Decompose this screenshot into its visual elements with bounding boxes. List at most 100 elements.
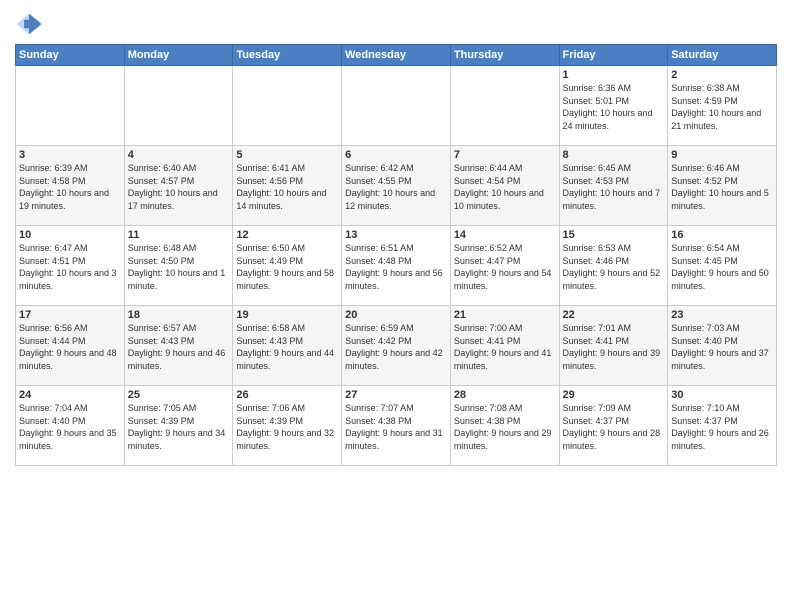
calendar-container: SundayMondayTuesdayWednesdayThursdayFrid… xyxy=(0,0,792,612)
logo-icon xyxy=(15,10,43,38)
day-info: Sunrise: 7:07 AM Sunset: 4:38 PM Dayligh… xyxy=(345,402,447,452)
day-number: 12 xyxy=(236,229,338,241)
day-header-wednesday: Wednesday xyxy=(342,45,451,66)
day-number: 11 xyxy=(128,229,230,241)
day-cell: 1Sunrise: 6:36 AM Sunset: 5:01 PM Daylig… xyxy=(559,66,668,146)
day-number: 16 xyxy=(671,229,773,241)
day-number: 7 xyxy=(454,149,556,161)
day-number: 2 xyxy=(671,69,773,81)
day-info: Sunrise: 6:57 AM Sunset: 4:43 PM Dayligh… xyxy=(128,322,230,372)
week-row-5: 24Sunrise: 7:04 AM Sunset: 4:40 PM Dayli… xyxy=(16,386,777,466)
day-number: 18 xyxy=(128,309,230,321)
day-number: 21 xyxy=(454,309,556,321)
day-number: 13 xyxy=(345,229,447,241)
day-cell xyxy=(233,66,342,146)
day-info: Sunrise: 7:03 AM Sunset: 4:40 PM Dayligh… xyxy=(671,322,773,372)
day-cell xyxy=(450,66,559,146)
day-header-saturday: Saturday xyxy=(668,45,777,66)
day-number: 26 xyxy=(236,389,338,401)
day-info: Sunrise: 7:05 AM Sunset: 4:39 PM Dayligh… xyxy=(128,402,230,452)
day-info: Sunrise: 6:56 AM Sunset: 4:44 PM Dayligh… xyxy=(19,322,121,372)
day-cell: 18Sunrise: 6:57 AM Sunset: 4:43 PM Dayli… xyxy=(124,306,233,386)
day-info: Sunrise: 6:47 AM Sunset: 4:51 PM Dayligh… xyxy=(19,242,121,292)
day-number: 14 xyxy=(454,229,556,241)
day-number: 22 xyxy=(563,309,665,321)
day-number: 20 xyxy=(345,309,447,321)
day-info: Sunrise: 7:10 AM Sunset: 4:37 PM Dayligh… xyxy=(671,402,773,452)
day-number: 29 xyxy=(563,389,665,401)
day-cell: 9Sunrise: 6:46 AM Sunset: 4:52 PM Daylig… xyxy=(668,146,777,226)
logo xyxy=(15,10,47,38)
day-cell: 7Sunrise: 6:44 AM Sunset: 4:54 PM Daylig… xyxy=(450,146,559,226)
week-row-4: 17Sunrise: 6:56 AM Sunset: 4:44 PM Dayli… xyxy=(16,306,777,386)
day-number: 9 xyxy=(671,149,773,161)
day-info: Sunrise: 6:38 AM Sunset: 4:59 PM Dayligh… xyxy=(671,82,773,132)
day-cell: 21Sunrise: 7:00 AM Sunset: 4:41 PM Dayli… xyxy=(450,306,559,386)
day-cell: 5Sunrise: 6:41 AM Sunset: 4:56 PM Daylig… xyxy=(233,146,342,226)
day-cell: 12Sunrise: 6:50 AM Sunset: 4:49 PM Dayli… xyxy=(233,226,342,306)
day-cell: 4Sunrise: 6:40 AM Sunset: 4:57 PM Daylig… xyxy=(124,146,233,226)
day-info: Sunrise: 6:44 AM Sunset: 4:54 PM Dayligh… xyxy=(454,162,556,212)
day-info: Sunrise: 6:53 AM Sunset: 4:46 PM Dayligh… xyxy=(563,242,665,292)
day-info: Sunrise: 6:39 AM Sunset: 4:58 PM Dayligh… xyxy=(19,162,121,212)
day-info: Sunrise: 6:51 AM Sunset: 4:48 PM Dayligh… xyxy=(345,242,447,292)
day-cell: 28Sunrise: 7:08 AM Sunset: 4:38 PM Dayli… xyxy=(450,386,559,466)
day-cell xyxy=(342,66,451,146)
day-cell: 2Sunrise: 6:38 AM Sunset: 4:59 PM Daylig… xyxy=(668,66,777,146)
day-header-monday: Monday xyxy=(124,45,233,66)
day-number: 27 xyxy=(345,389,447,401)
week-row-2: 3Sunrise: 6:39 AM Sunset: 4:58 PM Daylig… xyxy=(16,146,777,226)
day-header-sunday: Sunday xyxy=(16,45,125,66)
day-number: 10 xyxy=(19,229,121,241)
header-row xyxy=(15,10,777,38)
day-cell xyxy=(16,66,125,146)
day-info: Sunrise: 7:08 AM Sunset: 4:38 PM Dayligh… xyxy=(454,402,556,452)
day-number: 5 xyxy=(236,149,338,161)
day-info: Sunrise: 6:48 AM Sunset: 4:50 PM Dayligh… xyxy=(128,242,230,292)
day-info: Sunrise: 7:06 AM Sunset: 4:39 PM Dayligh… xyxy=(236,402,338,452)
header-row-days: SundayMondayTuesdayWednesdayThursdayFrid… xyxy=(16,45,777,66)
day-number: 3 xyxy=(19,149,121,161)
week-row-1: 1Sunrise: 6:36 AM Sunset: 5:01 PM Daylig… xyxy=(16,66,777,146)
day-info: Sunrise: 6:46 AM Sunset: 4:52 PM Dayligh… xyxy=(671,162,773,212)
day-cell: 14Sunrise: 6:52 AM Sunset: 4:47 PM Dayli… xyxy=(450,226,559,306)
day-cell xyxy=(124,66,233,146)
day-number: 1 xyxy=(563,69,665,81)
day-cell: 30Sunrise: 7:10 AM Sunset: 4:37 PM Dayli… xyxy=(668,386,777,466)
day-cell: 10Sunrise: 6:47 AM Sunset: 4:51 PM Dayli… xyxy=(16,226,125,306)
day-cell: 11Sunrise: 6:48 AM Sunset: 4:50 PM Dayli… xyxy=(124,226,233,306)
day-cell: 13Sunrise: 6:51 AM Sunset: 4:48 PM Dayli… xyxy=(342,226,451,306)
day-cell: 3Sunrise: 6:39 AM Sunset: 4:58 PM Daylig… xyxy=(16,146,125,226)
day-cell: 6Sunrise: 6:42 AM Sunset: 4:55 PM Daylig… xyxy=(342,146,451,226)
day-number: 30 xyxy=(671,389,773,401)
day-number: 17 xyxy=(19,309,121,321)
day-cell: 25Sunrise: 7:05 AM Sunset: 4:39 PM Dayli… xyxy=(124,386,233,466)
day-info: Sunrise: 6:50 AM Sunset: 4:49 PM Dayligh… xyxy=(236,242,338,292)
day-cell: 23Sunrise: 7:03 AM Sunset: 4:40 PM Dayli… xyxy=(668,306,777,386)
day-number: 28 xyxy=(454,389,556,401)
day-cell: 17Sunrise: 6:56 AM Sunset: 4:44 PM Dayli… xyxy=(16,306,125,386)
day-cell: 24Sunrise: 7:04 AM Sunset: 4:40 PM Dayli… xyxy=(16,386,125,466)
day-cell: 8Sunrise: 6:45 AM Sunset: 4:53 PM Daylig… xyxy=(559,146,668,226)
day-cell: 29Sunrise: 7:09 AM Sunset: 4:37 PM Dayli… xyxy=(559,386,668,466)
day-number: 23 xyxy=(671,309,773,321)
day-cell: 19Sunrise: 6:58 AM Sunset: 4:43 PM Dayli… xyxy=(233,306,342,386)
day-info: Sunrise: 6:42 AM Sunset: 4:55 PM Dayligh… xyxy=(345,162,447,212)
day-number: 19 xyxy=(236,309,338,321)
day-cell: 20Sunrise: 6:59 AM Sunset: 4:42 PM Dayli… xyxy=(342,306,451,386)
day-cell: 16Sunrise: 6:54 AM Sunset: 4:45 PM Dayli… xyxy=(668,226,777,306)
day-number: 24 xyxy=(19,389,121,401)
day-info: Sunrise: 6:41 AM Sunset: 4:56 PM Dayligh… xyxy=(236,162,338,212)
day-info: Sunrise: 7:04 AM Sunset: 4:40 PM Dayligh… xyxy=(19,402,121,452)
day-info: Sunrise: 6:59 AM Sunset: 4:42 PM Dayligh… xyxy=(345,322,447,372)
day-info: Sunrise: 7:01 AM Sunset: 4:41 PM Dayligh… xyxy=(563,322,665,372)
day-cell: 22Sunrise: 7:01 AM Sunset: 4:41 PM Dayli… xyxy=(559,306,668,386)
day-number: 4 xyxy=(128,149,230,161)
day-cell: 15Sunrise: 6:53 AM Sunset: 4:46 PM Dayli… xyxy=(559,226,668,306)
day-info: Sunrise: 7:00 AM Sunset: 4:41 PM Dayligh… xyxy=(454,322,556,372)
day-header-friday: Friday xyxy=(559,45,668,66)
day-number: 25 xyxy=(128,389,230,401)
day-cell: 26Sunrise: 7:06 AM Sunset: 4:39 PM Dayli… xyxy=(233,386,342,466)
day-number: 15 xyxy=(563,229,665,241)
week-row-3: 10Sunrise: 6:47 AM Sunset: 4:51 PM Dayli… xyxy=(16,226,777,306)
